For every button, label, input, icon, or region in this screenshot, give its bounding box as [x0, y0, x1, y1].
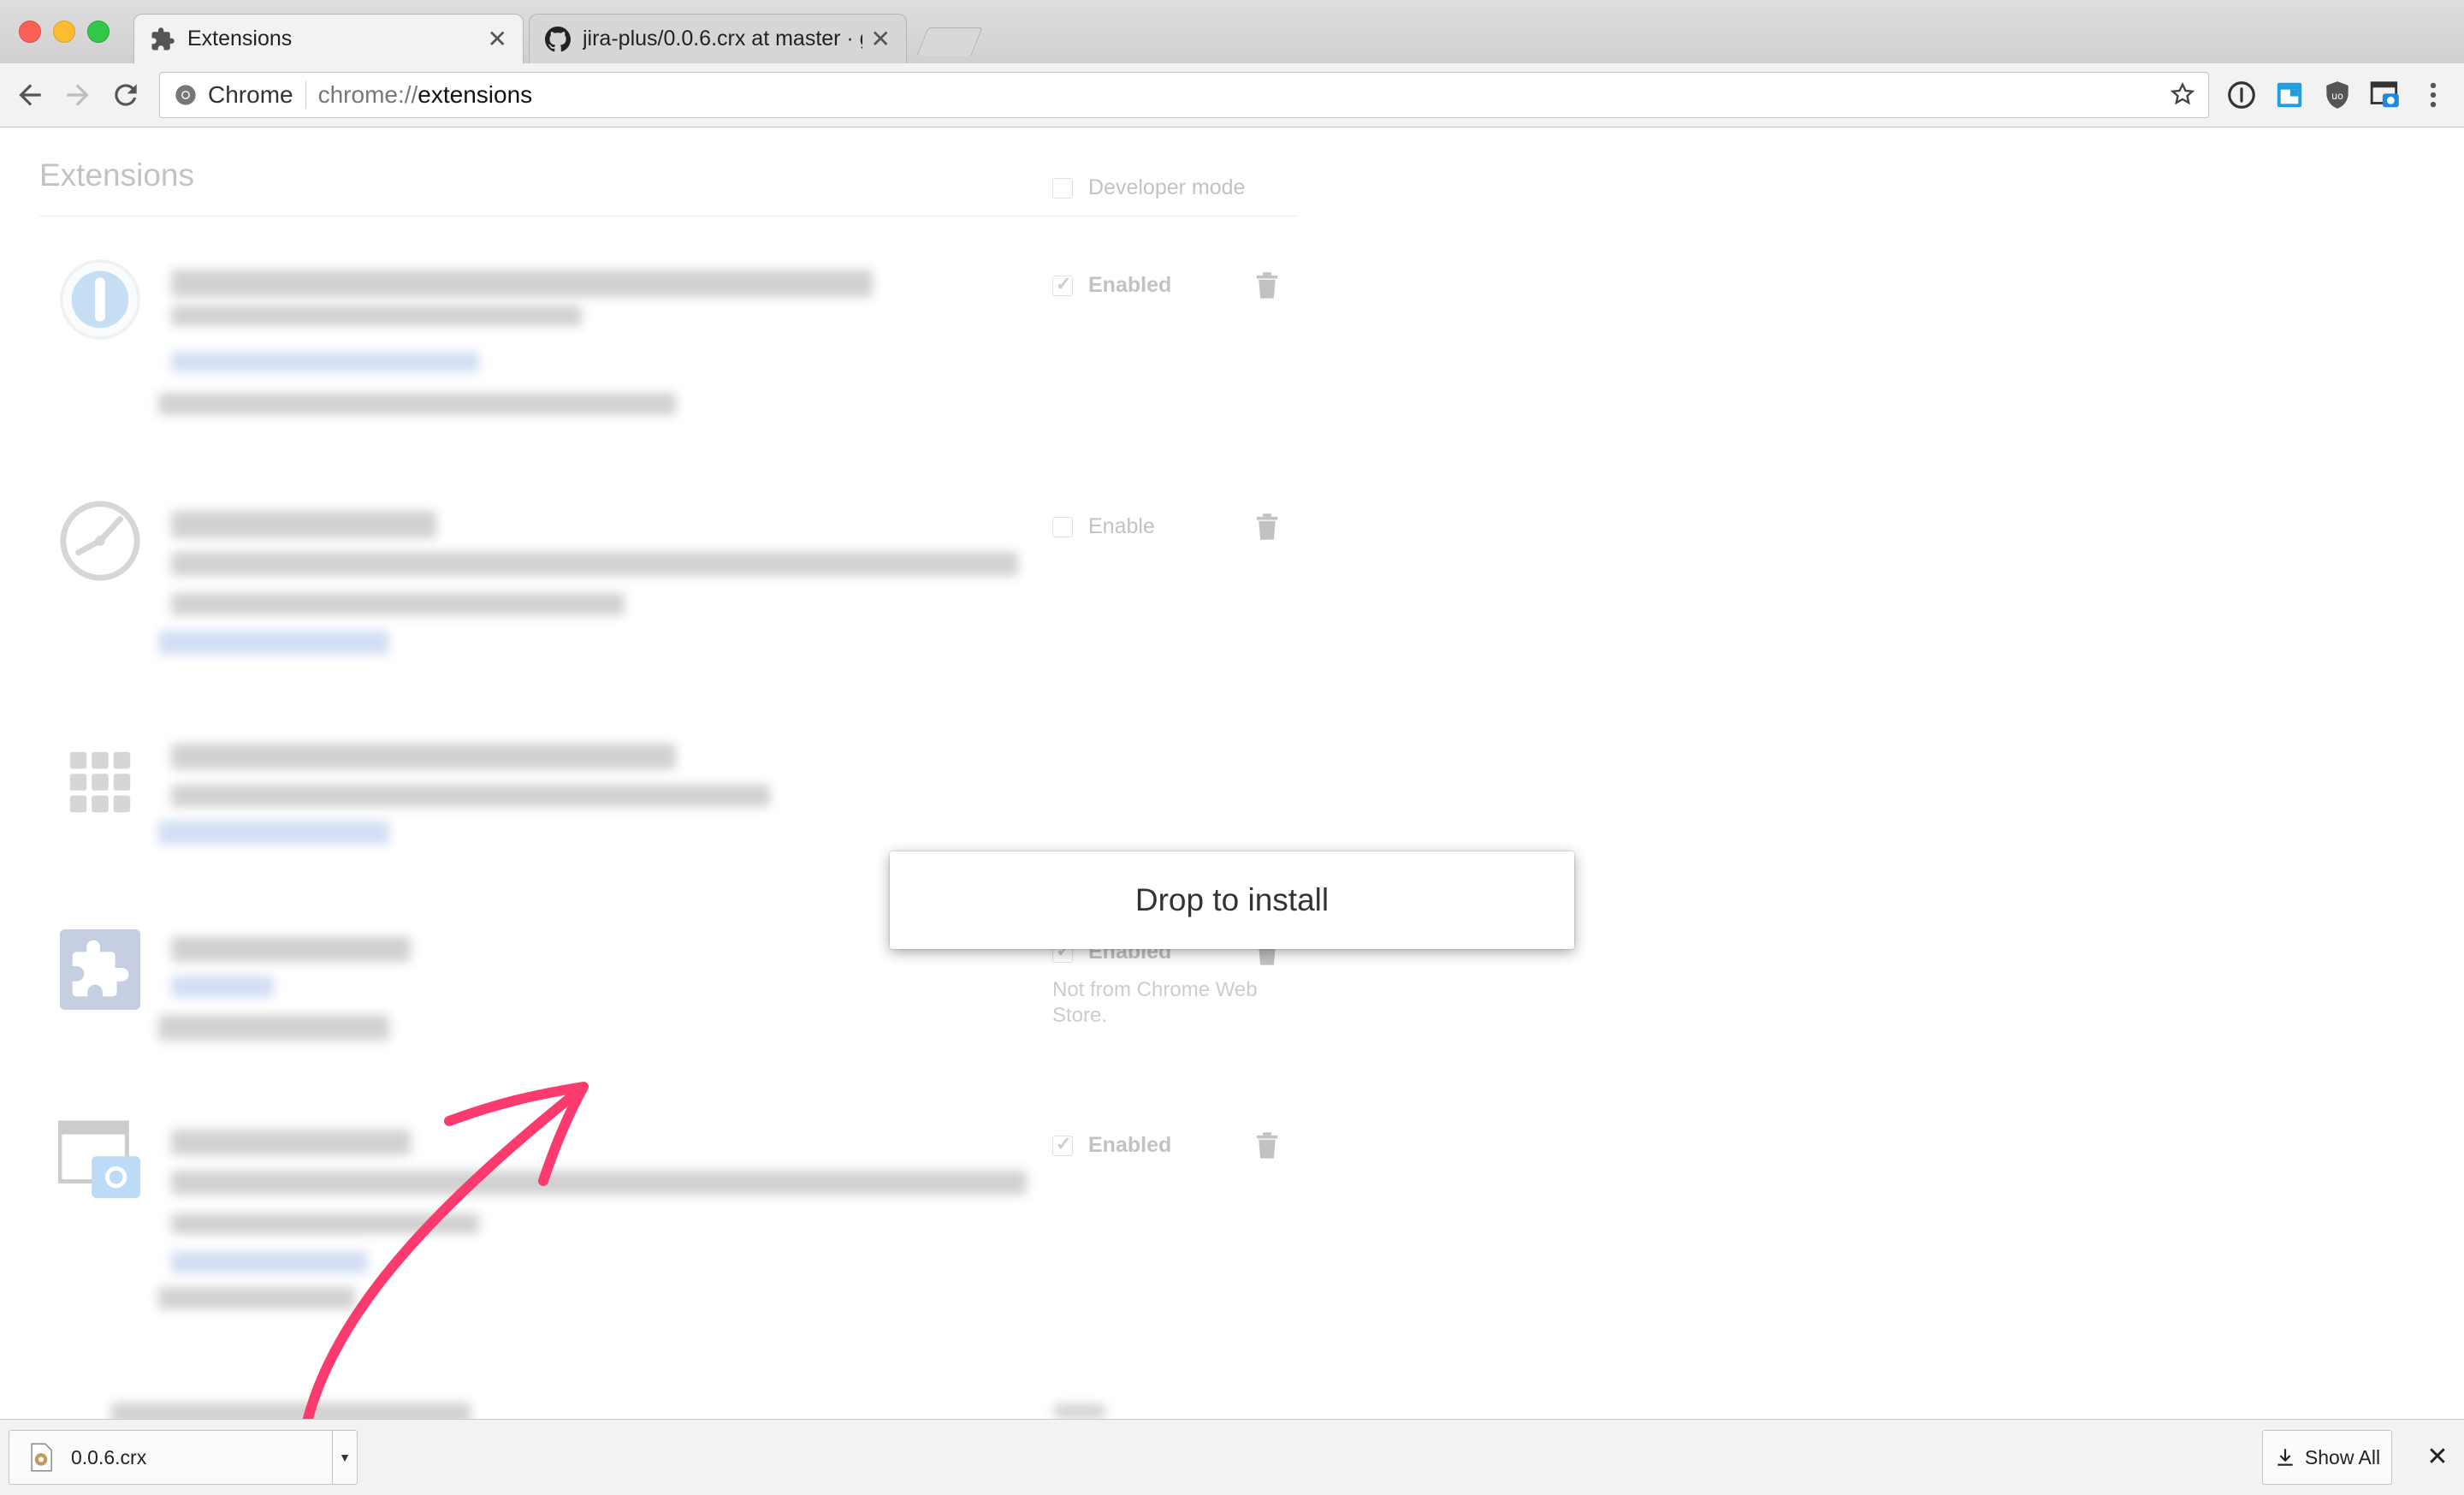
- tab-title: Extensions: [187, 27, 293, 50]
- forward-arrow-icon[interactable]: [62, 79, 94, 111]
- github-icon: [545, 26, 571, 51]
- onepassword-extension-icon[interactable]: [2225, 79, 2258, 111]
- zoom-window-button[interactable]: [87, 21, 110, 43]
- enable-checkbox[interactable]: [1052, 516, 1073, 537]
- trash-icon[interactable]: [1254, 1131, 1280, 1160]
- trash-icon[interactable]: [1254, 513, 1280, 542]
- omnibox-chip-label: Chrome: [208, 81, 306, 109]
- drop-to-install-label: Drop to install: [1134, 882, 1330, 917]
- trash-icon[interactable]: [1254, 271, 1280, 300]
- enabled-checkbox[interactable]: [1052, 273, 1073, 296]
- ublock-shield-icon[interactable]: uo: [2321, 79, 2354, 111]
- chrome-icon: [175, 85, 196, 105]
- page-title: Extensions: [39, 157, 194, 193]
- download-options-chevron-icon[interactable]: ▼: [332, 1431, 357, 1484]
- reload-icon[interactable]: [110, 79, 142, 111]
- not-from-webstore-note: Not from Chrome Web Store.: [1052, 978, 1258, 1027]
- apps-grid-icon: [69, 751, 131, 813]
- url-host: extensions: [418, 81, 533, 108]
- developer-mode-checkbox[interactable]: [1052, 177, 1073, 199]
- show-all-label: Show All: [2304, 1445, 2381, 1468]
- enabled-checkbox[interactable]: [1052, 1133, 1073, 1156]
- extension-status-label: Enabled: [1088, 273, 1172, 297]
- puzzle-icon: [151, 27, 175, 50]
- onepassword-icon: [59, 258, 141, 341]
- url-scheme: chrome://: [317, 81, 418, 108]
- extension-status[interactable]: Enable: [1052, 514, 1155, 539]
- back-arrow-icon[interactable]: [14, 79, 46, 111]
- close-shelf-icon[interactable]: ✕: [2425, 1442, 2450, 1473]
- tab-close-icon[interactable]: ✕: [488, 25, 507, 53]
- download-item[interactable]: 0.0.6.crx ▼: [9, 1430, 358, 1485]
- tab-close-icon[interactable]: ✕: [871, 25, 891, 53]
- tab-extensions[interactable]: Extensions ✕: [133, 14, 524, 63]
- extension-status[interactable]: Enabled: [1052, 273, 1171, 298]
- crx-file-icon: [31, 1443, 52, 1472]
- heading-divider: [39, 216, 1297, 217]
- clock-icon: [60, 501, 140, 581]
- show-all-downloads-button[interactable]: Show All: [2262, 1430, 2392, 1485]
- browser-toolbar: Chrome chrome:// extensions uo: [0, 63, 2464, 128]
- tab-manager-extension-icon[interactable]: [2273, 79, 2306, 111]
- tab-title: jira-plus/0.0.6.crx at master · g: [583, 27, 862, 50]
- extension-status-label: Enabled: [1088, 1133, 1172, 1157]
- download-file-name: 0.0.6.crx: [71, 1445, 147, 1468]
- omnibox[interactable]: Chrome chrome:// extensions: [159, 72, 2209, 118]
- puzzle-icon: [59, 928, 141, 1011]
- developer-mode-label: Developer mode: [1088, 175, 1246, 199]
- tab-github[interactable]: jira-plus/0.0.6.crx at master · g ✕: [529, 14, 907, 63]
- download-shelf: 0.0.6.crx ▼ Show All ✕: [0, 1419, 2464, 1495]
- download-icon: [2277, 1449, 2293, 1466]
- tab-strip: Extensions ✕ jira-plus/0.0.6.crx at mast…: [0, 0, 2464, 64]
- close-window-button[interactable]: [19, 21, 41, 43]
- screenshot-icon: [58, 1120, 141, 1199]
- minimize-window-button[interactable]: [53, 21, 75, 43]
- extension-status-label: Enable: [1088, 514, 1155, 538]
- extension-status[interactable]: Enabled: [1052, 1133, 1171, 1158]
- screenshot-extension-icon[interactable]: [2369, 79, 2402, 111]
- svg-text:uo: uo: [2331, 91, 2343, 102]
- developer-mode-toggle[interactable]: Developer mode: [1052, 175, 1245, 200]
- bookmark-star-icon[interactable]: [2169, 80, 2196, 108]
- new-tab-button[interactable]: [916, 27, 983, 56]
- drop-to-install-overlay[interactable]: Drop to install: [890, 851, 1574, 949]
- annotation-arrow: [294, 1082, 589, 1468]
- menu-kebab-icon[interactable]: [2417, 79, 2449, 111]
